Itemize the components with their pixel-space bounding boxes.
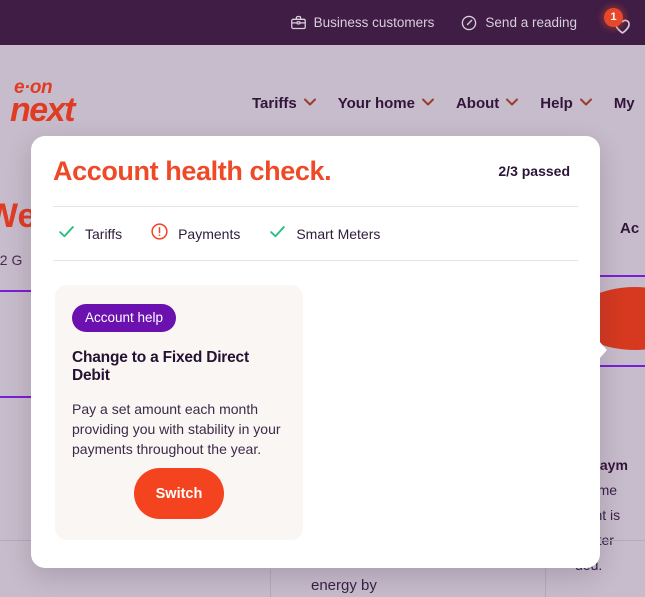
chevron-down-icon [303, 98, 316, 109]
eon-next-logo[interactable]: e·on next [10, 78, 110, 128]
logo-line-next: next [10, 91, 75, 129]
nav-item-label: Your home [337, 95, 415, 112]
switch-button[interactable]: Switch [134, 468, 224, 519]
chevron-down-icon [506, 98, 519, 109]
status-item-tariffs[interactable]: Tariffs [57, 222, 122, 246]
check-icon [57, 222, 76, 246]
check-icon [268, 222, 287, 246]
nav-item-your-home[interactable]: Your home [338, 95, 434, 112]
status-item-label: Smart Meters [296, 225, 381, 242]
modal-body: Account help Change to a Fixed Direct De… [31, 261, 600, 540]
nav-item-label: My [613, 95, 635, 112]
nav-item-label: Tariffs [252, 95, 297, 112]
nav-item-label: About [455, 95, 500, 112]
briefcase-icon [290, 14, 307, 31]
card-body-text: Pay a set amount each month providing yo… [72, 401, 281, 457]
status-item-payments[interactable]: Payments [150, 222, 240, 246]
topbar-link-label: Business customers [313, 15, 435, 30]
chevron-right-icon [589, 332, 611, 374]
favourites-badge-count: 1 [604, 7, 623, 27]
favourites-button[interactable]: 1 [603, 7, 633, 38]
card-category-pill: Account help [72, 304, 177, 332]
card-title: Change to a Fixed Direct Debit [72, 349, 249, 384]
nav-item-my-account[interactable]: My [614, 95, 635, 112]
health-status-row: Tariffs Payments Smart Meters [31, 207, 600, 260]
account-health-check-modal: Account health check. 2/3 passed Tariffs [31, 136, 600, 568]
status-item-label: Tariffs [85, 225, 123, 242]
topbar-link-business-customers[interactable]: Business customers [290, 14, 435, 31]
nav-item-tariffs[interactable]: Tariffs [252, 95, 316, 112]
utility-topbar: Business customers Send a reading 1 [0, 0, 645, 45]
chevron-down-icon [579, 98, 592, 109]
background-notice-panel [0, 290, 35, 398]
account-subline: 92 G [0, 252, 23, 268]
status-item-label: Payments [178, 225, 241, 242]
nav-item-about[interactable]: About [455, 95, 519, 112]
nav-item-label: Help [540, 95, 573, 112]
topbar-link-send-a-reading[interactable]: Send a reading [460, 14, 577, 32]
carousel-next-button[interactable] [589, 330, 611, 370]
alert-circle-icon [150, 222, 169, 246]
modal-passed-count: 2/3 passed [498, 163, 570, 179]
nav-item-help[interactable]: Help [540, 95, 592, 112]
modal-title: Account health check. [53, 155, 332, 186]
background-bottom-cell: energy by [270, 569, 546, 597]
topbar-link-label: Send a reading [485, 15, 577, 30]
nav-items: Tariffs Your home About Help My [252, 95, 635, 112]
background-bottom-text: energy by [311, 577, 377, 594]
gauge-icon [460, 14, 478, 32]
screen: Business customers Send a reading 1 e·on… [0, 0, 645, 597]
background-right-heading: Ac [620, 220, 640, 237]
modal-header: Account health check. 2/3 passed [31, 136, 600, 206]
chevron-down-icon [421, 98, 434, 109]
account-help-card: Account help Change to a Fixed Direct De… [55, 285, 303, 540]
status-item-smart-meters[interactable]: Smart Meters [268, 222, 380, 246]
